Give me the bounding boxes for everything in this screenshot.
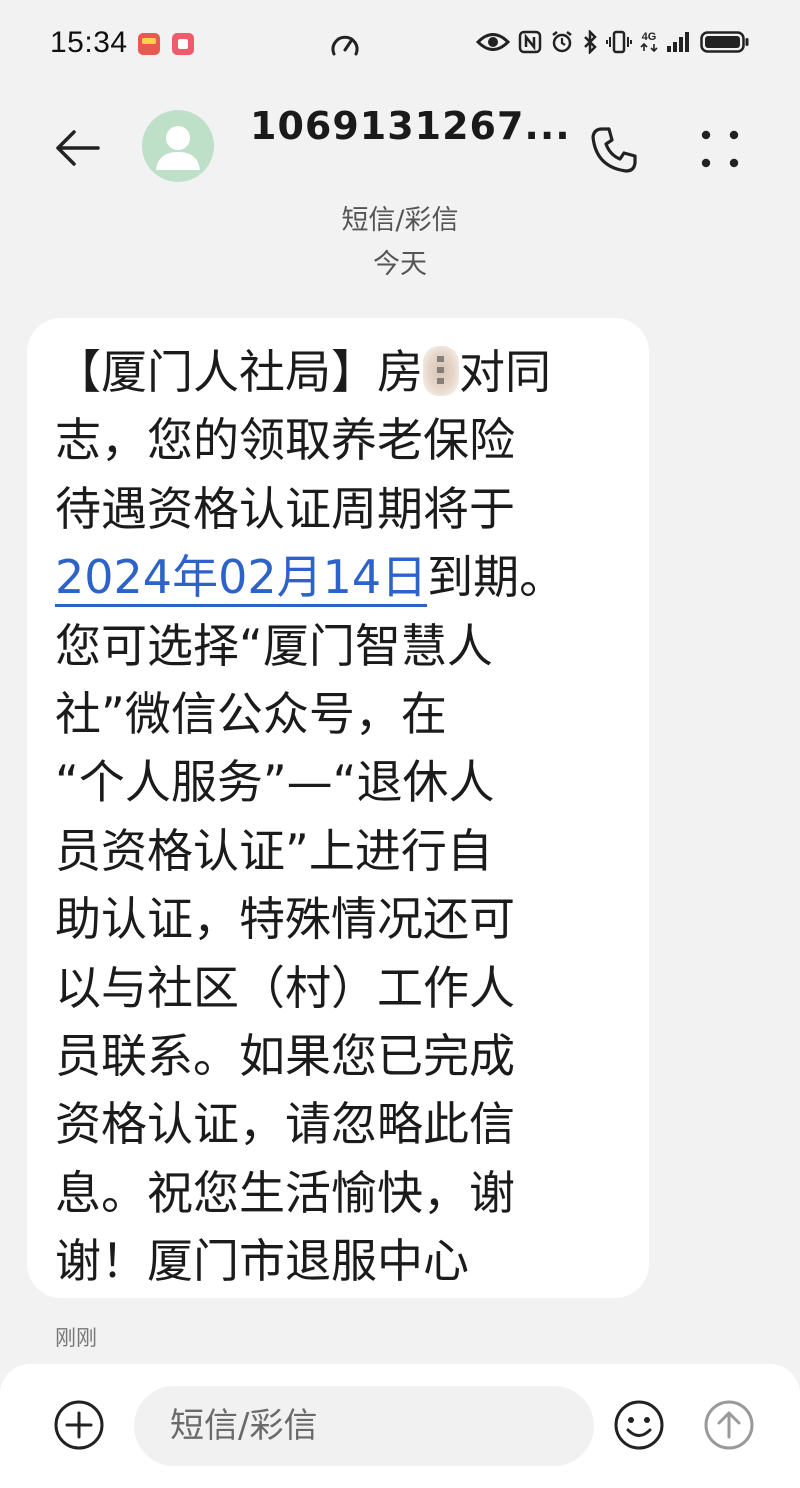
message-line: 您可选择“厦门智慧人: [55, 618, 493, 673]
send-arrow-icon: [704, 1400, 754, 1450]
signal-icon: [667, 32, 689, 52]
smiley-icon: [614, 1400, 664, 1450]
message-line: 息。祝您生活愉快，谢: [55, 1165, 515, 1220]
message-type-label: 短信/彩信: [341, 205, 459, 236]
alarm-icon: [552, 31, 572, 53]
vibrate-icon: [606, 30, 632, 54]
back-button[interactable]: [50, 120, 106, 176]
message-line: 待遇资格认证周期将于: [55, 481, 515, 536]
network-label: 4G: [641, 31, 657, 43]
send-button[interactable]: [702, 1398, 756, 1452]
emoji-button[interactable]: [612, 1398, 666, 1452]
eye-icon: [476, 33, 510, 51]
status-icons: 4G: [476, 30, 750, 54]
message-timestamp: 刚刚: [55, 1326, 97, 1350]
date-divider: 今天: [373, 249, 427, 280]
contact-number[interactable]: 1069131267...: [250, 104, 571, 148]
add-attachment-button[interactable]: [52, 1398, 106, 1452]
speed-gauge-icon: [331, 35, 359, 56]
message-line: 【厦门人社局】房 对同: [55, 338, 615, 406]
message-line: 助认证，特殊情况还可: [55, 892, 515, 947]
notification-app-icon: [172, 33, 194, 55]
network-indicator: 4G: [640, 32, 658, 52]
status-time: 15:34: [50, 26, 128, 59]
message-text: 到期。: [427, 550, 566, 605]
call-button[interactable]: [588, 124, 640, 176]
more-options-button[interactable]: [694, 124, 746, 176]
message-line: 志，您的领取养老保险: [55, 413, 515, 468]
message-line: 员资格认证”上进行自: [55, 823, 493, 878]
composer-bar: [0, 1364, 800, 1488]
message-body: 【厦门人社局】房 对同 志，您的领取养老保险 待遇资格认证周期将于 2024年02…: [55, 338, 615, 1295]
message-bubble[interactable]: 【厦门人社局】房 对同 志，您的领取养老保险 待遇资格认证周期将于 2024年02…: [27, 318, 649, 1298]
notification-app-icon: [138, 33, 160, 55]
data-arrows-icon: [640, 43, 658, 52]
nfc-icon: [518, 30, 542, 54]
redacted-text: [423, 346, 459, 396]
message-line: 资格认证，请忽略此信: [55, 1097, 515, 1152]
bluetooth-icon: [584, 30, 597, 54]
message-line: 以与社区（村）工作人: [55, 960, 515, 1015]
message-line: “个人服务”—“退休人: [55, 755, 495, 810]
battery-icon: [700, 31, 749, 53]
message-line: 谢！厦门市退服中心: [55, 1234, 469, 1289]
message-line: 员联系。如果您已完成: [55, 1028, 515, 1083]
plus-circle-icon: [54, 1400, 104, 1450]
contact-avatar[interactable]: [142, 110, 214, 182]
status-bar: 15:34 4G: [0, 0, 800, 90]
conversation-header: 1069131267... 短信/彩信 今天: [0, 90, 800, 290]
phone-icon: [591, 127, 637, 173]
message-text: 【厦门人社局】房: [55, 345, 423, 399]
back-arrow-icon: [56, 130, 100, 166]
message-line: 社”微信公众号，在: [55, 686, 447, 741]
message-input[interactable]: [134, 1386, 594, 1466]
date-link[interactable]: 2024年02月14日: [55, 550, 428, 608]
more-dots-icon: [701, 130, 739, 168]
message-text: 对同: [459, 345, 551, 399]
message-line: 2024年02月14日到期。: [55, 543, 615, 611]
